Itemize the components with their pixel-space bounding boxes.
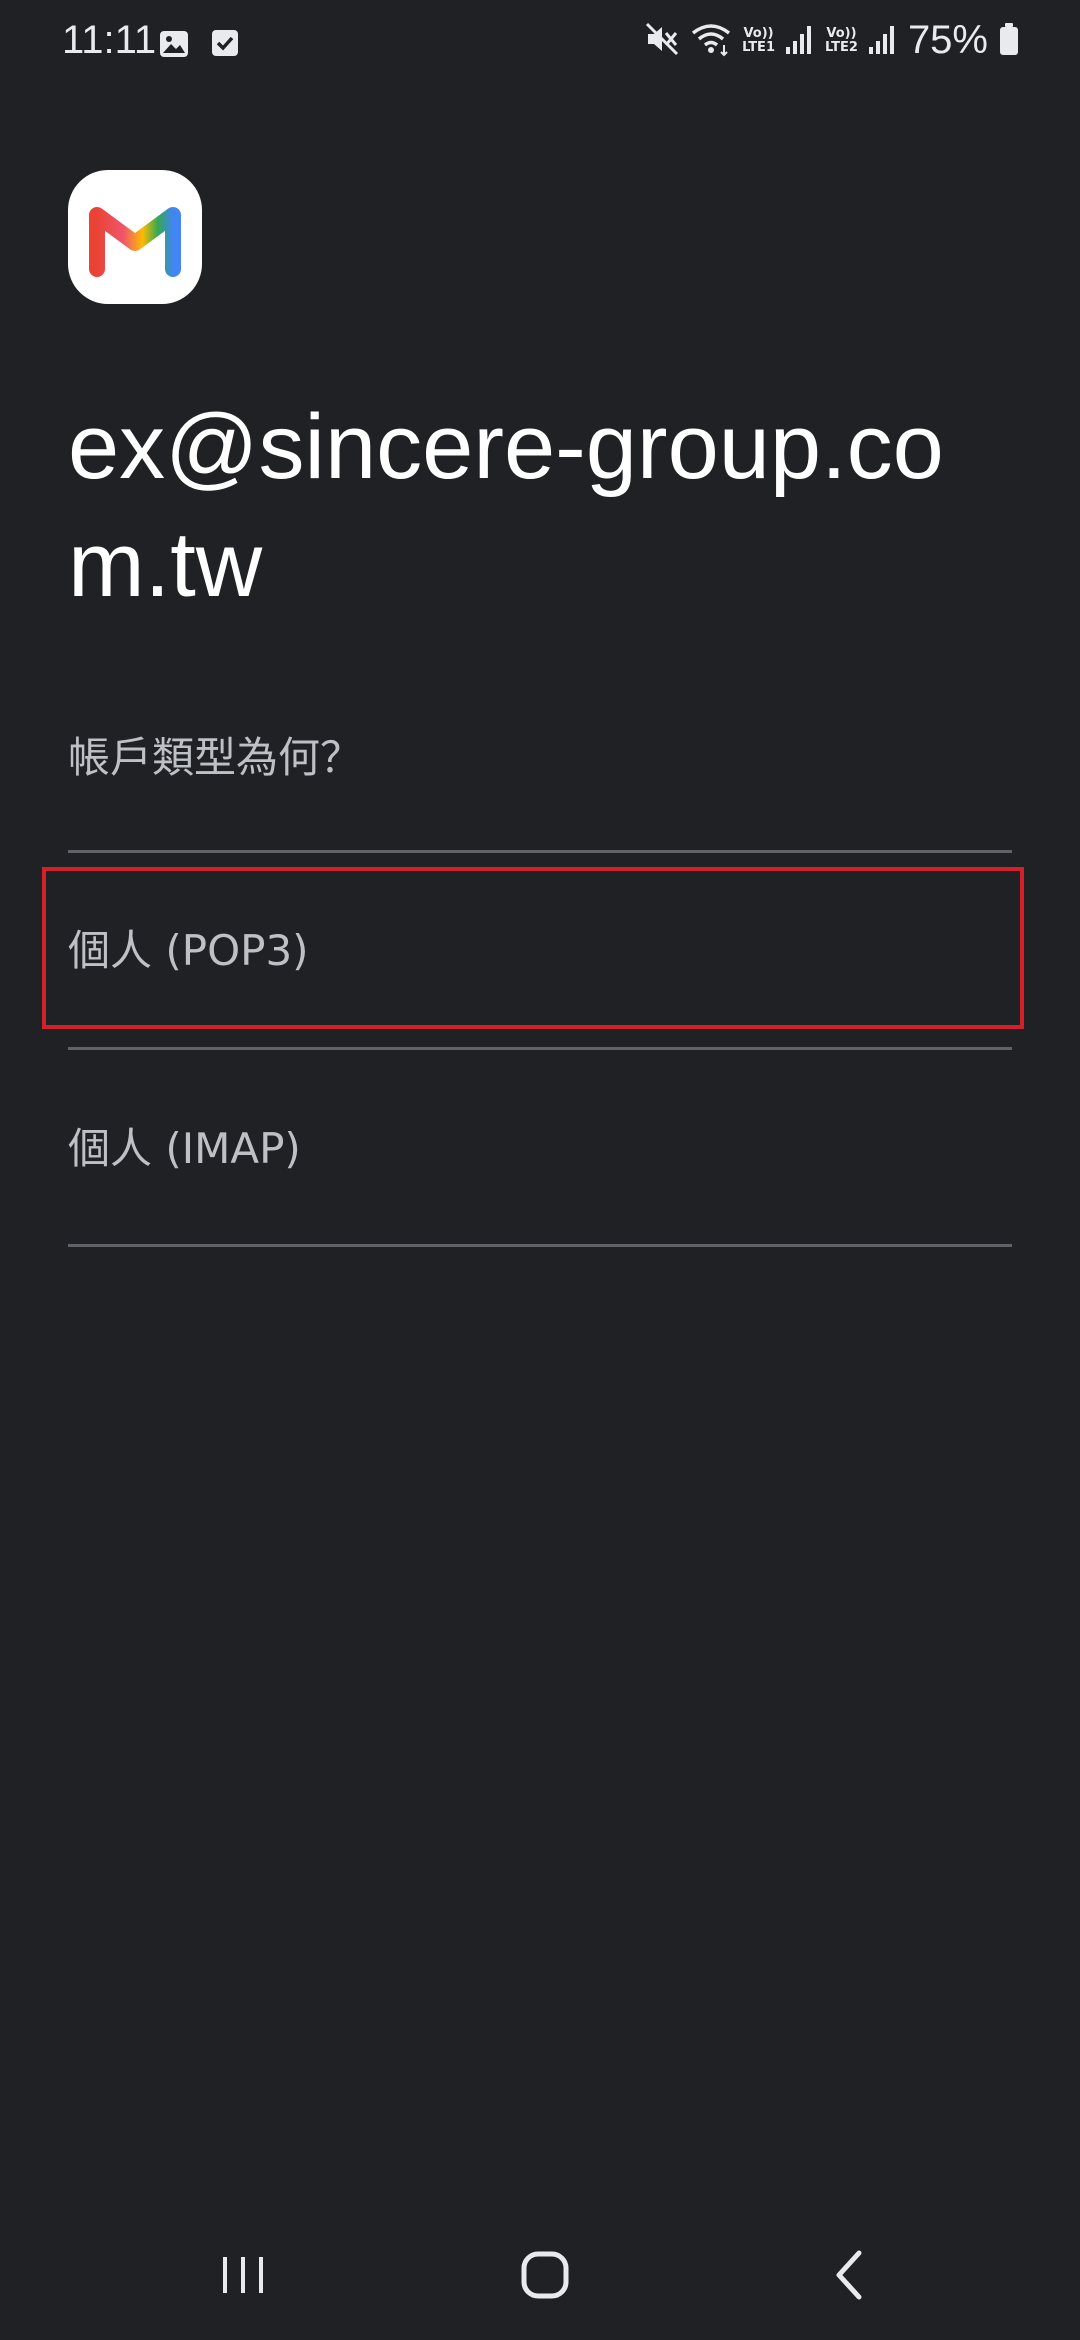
account-type-question: 帳戶類型為何？ [68, 733, 363, 782]
divider [68, 850, 1012, 853]
recent-apps-button[interactable] [198, 2240, 288, 2310]
back-icon [836, 2250, 862, 2300]
account-email-title: ex@sincere-group.com.tw [68, 396, 944, 616]
option-label: 個人 (IMAP) [68, 1123, 301, 1173]
highlight-box [42, 867, 1024, 1029]
checkbox-icon [210, 28, 240, 64]
option-personal-imap[interactable]: 個人 (IMAP) [68, 1080, 1012, 1210]
wifi-icon [690, 21, 732, 61]
status-bar: 11:11 Vo)) LTE1 Vo)) LTE2 75% [0, 0, 1080, 92]
signal-icon [868, 23, 898, 59]
home-icon [521, 2251, 569, 2299]
divider [68, 1244, 1012, 1247]
battery-percentage: 75% [907, 18, 988, 62]
navigation-bar [0, 2210, 1080, 2340]
sim1-lte-tag: Vo)) LTE1 [742, 25, 775, 55]
status-time: 11:11 [62, 18, 157, 62]
system-status-icons: Vo)) LTE1 Vo)) LTE2 75% [644, 18, 1020, 63]
mute-icon [644, 21, 680, 61]
signal-icon [785, 23, 815, 59]
battery-icon [998, 21, 1020, 61]
divider [68, 1047, 1012, 1050]
recent-apps-icon [223, 2257, 263, 2293]
gallery-icon [158, 28, 190, 64]
notification-icons [158, 28, 240, 64]
back-button[interactable] [804, 2240, 894, 2310]
home-button[interactable] [500, 2240, 590, 2310]
gmail-logo-icon [68, 170, 202, 304]
sim2-lte-tag: Vo)) LTE2 [825, 25, 858, 55]
